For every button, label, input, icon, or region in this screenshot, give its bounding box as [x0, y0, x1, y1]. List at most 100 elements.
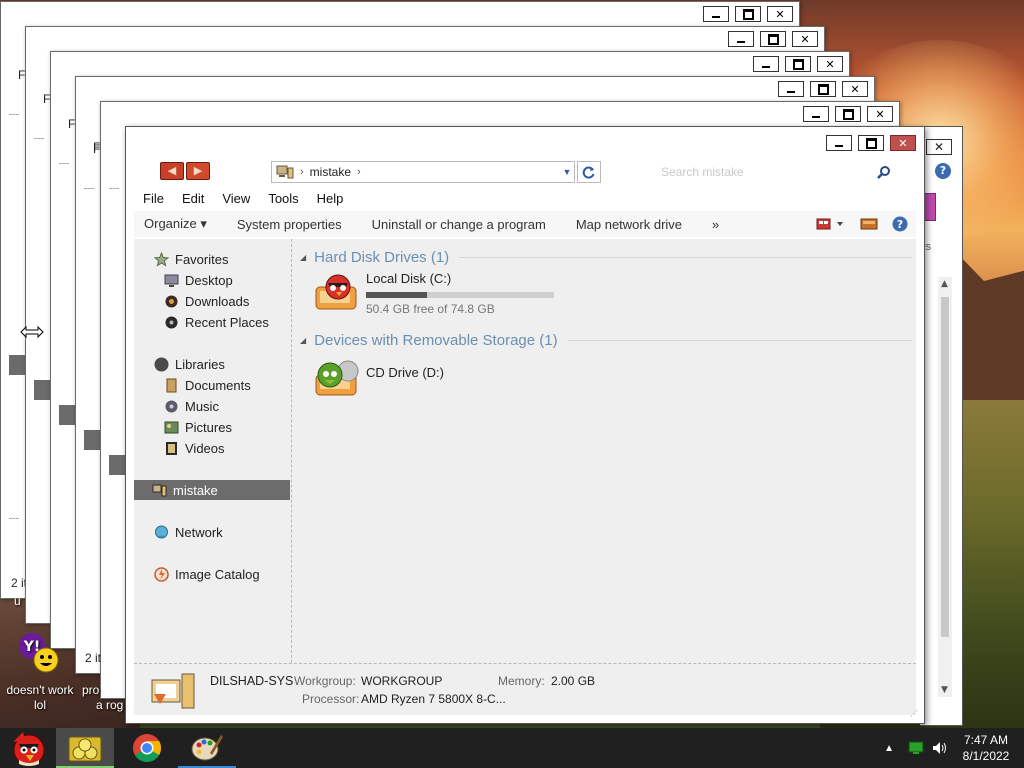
close-button[interactable]: ✕: [767, 6, 793, 22]
maximize-button[interactable]: [810, 81, 836, 97]
change-view-icon[interactable]: [816, 217, 846, 231]
maximize-button[interactable]: [785, 56, 811, 72]
nav-downloads[interactable]: Downloads: [164, 291, 249, 311]
minimize-button[interactable]: [826, 135, 852, 151]
nav-videos[interactable]: Videos: [164, 438, 225, 458]
collapse-triangle-icon[interactable]: ◢: [300, 253, 306, 262]
show-hidden-icons-icon[interactable]: ▲: [884, 743, 894, 754]
close-button[interactable]: ✕: [867, 106, 893, 122]
scroll-marker: [84, 430, 100, 450]
maximize-button[interactable]: [835, 106, 861, 122]
taskbar: ▲ 7:47 AM 8/1/2022: [0, 728, 1024, 768]
yahoo-messenger-icon: Y!: [19, 633, 59, 673]
group-hard-disk-drives[interactable]: ◢ Hard Disk Drives (1): [300, 247, 912, 267]
close-button[interactable]: ✕: [817, 56, 843, 72]
menu-edit[interactable]: Edit: [173, 191, 213, 206]
taskbar-paint[interactable]: [178, 728, 236, 768]
drive-info: Local Disk (C:) 50.4 GB free of 74.8 GB: [366, 271, 554, 316]
breadcrumb-current[interactable]: mistake: [310, 165, 351, 179]
address-dropdown-icon[interactable]: ▼: [560, 167, 574, 177]
refresh-button[interactable]: [577, 161, 601, 183]
svg-text:?: ?: [897, 218, 903, 231]
nav-documents[interactable]: Documents: [164, 375, 251, 395]
maximize-button[interactable]: [760, 31, 786, 47]
resize-grip[interactable]: ⋰: [910, 709, 920, 719]
right-partial-window[interactable]: ✕ ? t rs ▲ ▼: [920, 126, 963, 726]
computer-name: DILSHAD-SYS: [210, 674, 294, 688]
close-button[interactable]: ✕: [792, 31, 818, 47]
workgroup-label: Workgroup:: [294, 674, 356, 688]
minimize-button[interactable]: [778, 81, 804, 97]
help-icon[interactable]: ?: [892, 216, 908, 232]
nav-pictures[interactable]: Pictures: [164, 417, 232, 437]
preview-pane-icon[interactable]: [860, 217, 878, 231]
group-title: Hard Disk Drives (1): [314, 248, 450, 266]
content-pane[interactable]: ◢ Hard Disk Drives (1) Local Disk (C:) 5…: [300, 239, 912, 693]
vertical-scrollbar[interactable]: ▲ ▼: [938, 277, 952, 697]
maximize-button[interactable]: [735, 6, 761, 22]
shortcut-label-line: pro: [82, 683, 100, 697]
help-icon[interactable]: ?: [935, 163, 951, 179]
close-button[interactable]: ✕: [842, 81, 868, 97]
desktop-shortcut-label[interactable]: pro a rog: [82, 683, 124, 713]
menu-help[interactable]: Help: [308, 191, 353, 206]
nav-libraries[interactable]: Libraries: [154, 354, 225, 374]
minimize-button[interactable]: [703, 6, 729, 22]
forward-button[interactable]: ▶: [186, 162, 210, 180]
breadcrumb-arrow-icon[interactable]: ›: [357, 166, 361, 178]
map-network-drive-button[interactable]: Map network drive: [561, 217, 697, 232]
menu-tools[interactable]: Tools: [259, 191, 307, 206]
more-commands-button[interactable]: »: [697, 217, 734, 232]
search-icon[interactable]: [877, 165, 891, 179]
back-button[interactable]: ◀: [160, 162, 184, 180]
nav-label: Pictures: [185, 419, 232, 435]
close-button[interactable]: ✕: [926, 139, 952, 155]
drive-d[interactable]: CD Drive (D:): [312, 357, 444, 399]
close-button[interactable]: ✕: [890, 135, 916, 151]
memory-value: 2.00 GB: [551, 674, 596, 688]
start-button[interactable]: [0, 728, 54, 768]
minimize-button[interactable]: [728, 31, 754, 47]
scrollbar-thumb[interactable]: [941, 297, 949, 637]
nav-computer[interactable]: mistake: [134, 480, 290, 500]
clock[interactable]: 7:47 AM 8/1/2022: [958, 732, 1014, 764]
nav-image-catalog[interactable]: Image Catalog: [154, 564, 260, 584]
drive-c[interactable]: Local Disk (C:) 50.4 GB free of 74.8 GB: [312, 271, 554, 316]
nav-label: Libraries: [175, 356, 225, 372]
explorer-body: Favorites Desktop Downloads Recent Place…: [134, 239, 916, 693]
maximize-button[interactable]: [858, 135, 884, 151]
nav-label: Desktop: [185, 272, 233, 288]
uninstall-program-button[interactable]: Uninstall or change a program: [357, 217, 561, 232]
explorer-window[interactable]: ✕ ◀ ▶ › mistake › ▼ Search mistake File …: [125, 126, 925, 724]
search-box[interactable]: Search mistake: [653, 161, 897, 183]
nav-recent-places[interactable]: Recent Places: [164, 312, 269, 332]
organize-button[interactable]: Organize ▾: [134, 216, 222, 232]
navigation-pane[interactable]: Favorites Desktop Downloads Recent Place…: [134, 239, 292, 693]
nav-network[interactable]: Network: [154, 522, 223, 542]
recent-places-icon: [165, 316, 178, 328]
taskbar-file-explorer[interactable]: [56, 728, 114, 768]
nav-music[interactable]: Music: [164, 396, 219, 416]
network-status-icon[interactable]: [908, 741, 924, 755]
system-properties-button[interactable]: System properties: [222, 217, 357, 232]
nav-favorites[interactable]: Favorites: [154, 249, 228, 269]
details-pane: DILSHAD-SYS Workgroup: WORKGROUP Memory:…: [134, 663, 916, 715]
yahoo-messenger-shortcut[interactable]: Y!: [16, 632, 60, 676]
group-removable-storage[interactable]: ◢ Devices with Removable Storage (1): [300, 330, 912, 350]
desktop-shortcut-label[interactable]: doesn't work lol: [2, 683, 78, 713]
taskbar-chrome[interactable]: [118, 728, 176, 768]
nav-desktop[interactable]: Desktop: [164, 270, 233, 290]
volume-icon[interactable]: [932, 741, 948, 755]
minimize-button[interactable]: [753, 56, 779, 72]
hard-disk-icon: [315, 274, 357, 310]
angry-bird-start-icon: [13, 732, 45, 766]
menu-file[interactable]: File: [134, 191, 173, 206]
collapse-triangle-icon[interactable]: ◢: [300, 336, 306, 345]
minimize-button[interactable]: [803, 106, 829, 122]
address-bar[interactable]: › mistake › ▼: [271, 161, 575, 183]
menu-view[interactable]: View: [213, 191, 259, 206]
downloads-icon: [165, 295, 178, 307]
drive-name: Local Disk (C:): [366, 271, 452, 286]
image-catalog-icon: [154, 566, 169, 582]
menu-letter: F: [93, 140, 101, 154]
